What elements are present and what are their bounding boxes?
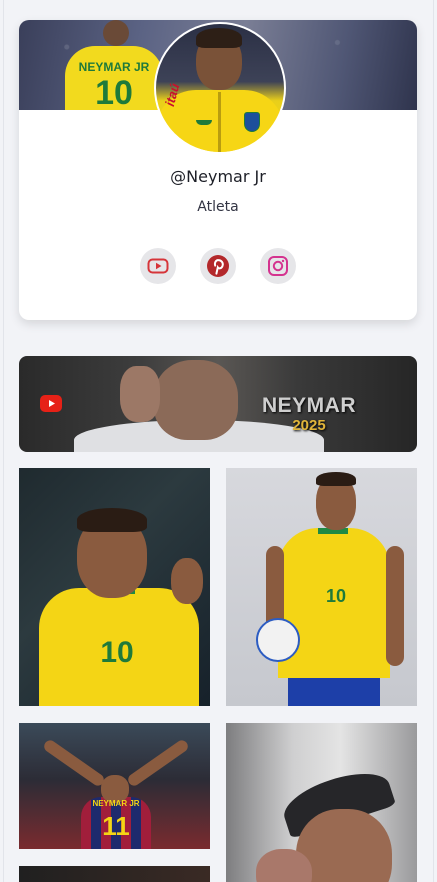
banner-year: 2025 [292, 417, 326, 434]
cbf-crest-icon [244, 112, 260, 132]
photo-hair [77, 508, 147, 532]
gallery-photo[interactable] [19, 866, 210, 882]
youtube-link[interactable] [140, 248, 176, 284]
gallery-photo[interactable]: 10 [226, 468, 417, 706]
cover-player-head [103, 20, 129, 46]
avatar-hair [196, 28, 242, 48]
cover-player-figure: NEYMAR JR 10 [59, 20, 169, 110]
banner-figure-hand [120, 366, 160, 422]
photo-hair [316, 472, 356, 486]
avatar-zip [218, 92, 221, 152]
social-links [140, 248, 296, 284]
gallery-photo[interactable]: 10 [19, 468, 210, 706]
profile-role: Atleta [197, 199, 239, 215]
photo-arm [386, 546, 404, 666]
banner-title: NEYMAR [261, 394, 356, 417]
video-banner[interactable]: NEYMAR 2025 [19, 356, 417, 452]
pinterest-link[interactable] [200, 248, 236, 284]
photo-hand [171, 558, 203, 604]
photo-shorts [288, 674, 380, 706]
photo-jersey-number: 10 [100, 636, 134, 669]
banner-figure-head [154, 360, 238, 440]
profile-card: NEYMAR JR 10 itaú @Neymar Jr Atleta [19, 20, 417, 320]
photo-jersey-name: NEYMAR JR [92, 799, 140, 808]
pinterest-icon [207, 255, 229, 277]
cover-jersey-number: 10 [95, 74, 133, 110]
youtube-icon [147, 258, 169, 274]
gallery-photo[interactable]: NEYMAR JR 11 [19, 723, 210, 849]
photo-jersey-number: 11 [102, 811, 130, 841]
photo-arm [41, 738, 107, 788]
avatar[interactable]: itaú [154, 22, 286, 154]
page-border-left [3, 0, 4, 882]
photo-jersey-number: 10 [325, 586, 347, 606]
youtube-icon [40, 395, 62, 412]
profile-handle: @Neymar Jr [170, 167, 266, 186]
gallery-photo[interactable] [226, 723, 417, 882]
page-border-right [433, 0, 434, 882]
instagram-icon [268, 256, 288, 276]
cover-jersey-name: NEYMAR JR [78, 60, 150, 74]
instagram-link[interactable] [260, 248, 296, 284]
photo-arm [125, 738, 191, 788]
photo-hand [256, 849, 312, 882]
nike-swoosh-icon [196, 120, 212, 125]
soccer-ball-icon [256, 618, 300, 662]
